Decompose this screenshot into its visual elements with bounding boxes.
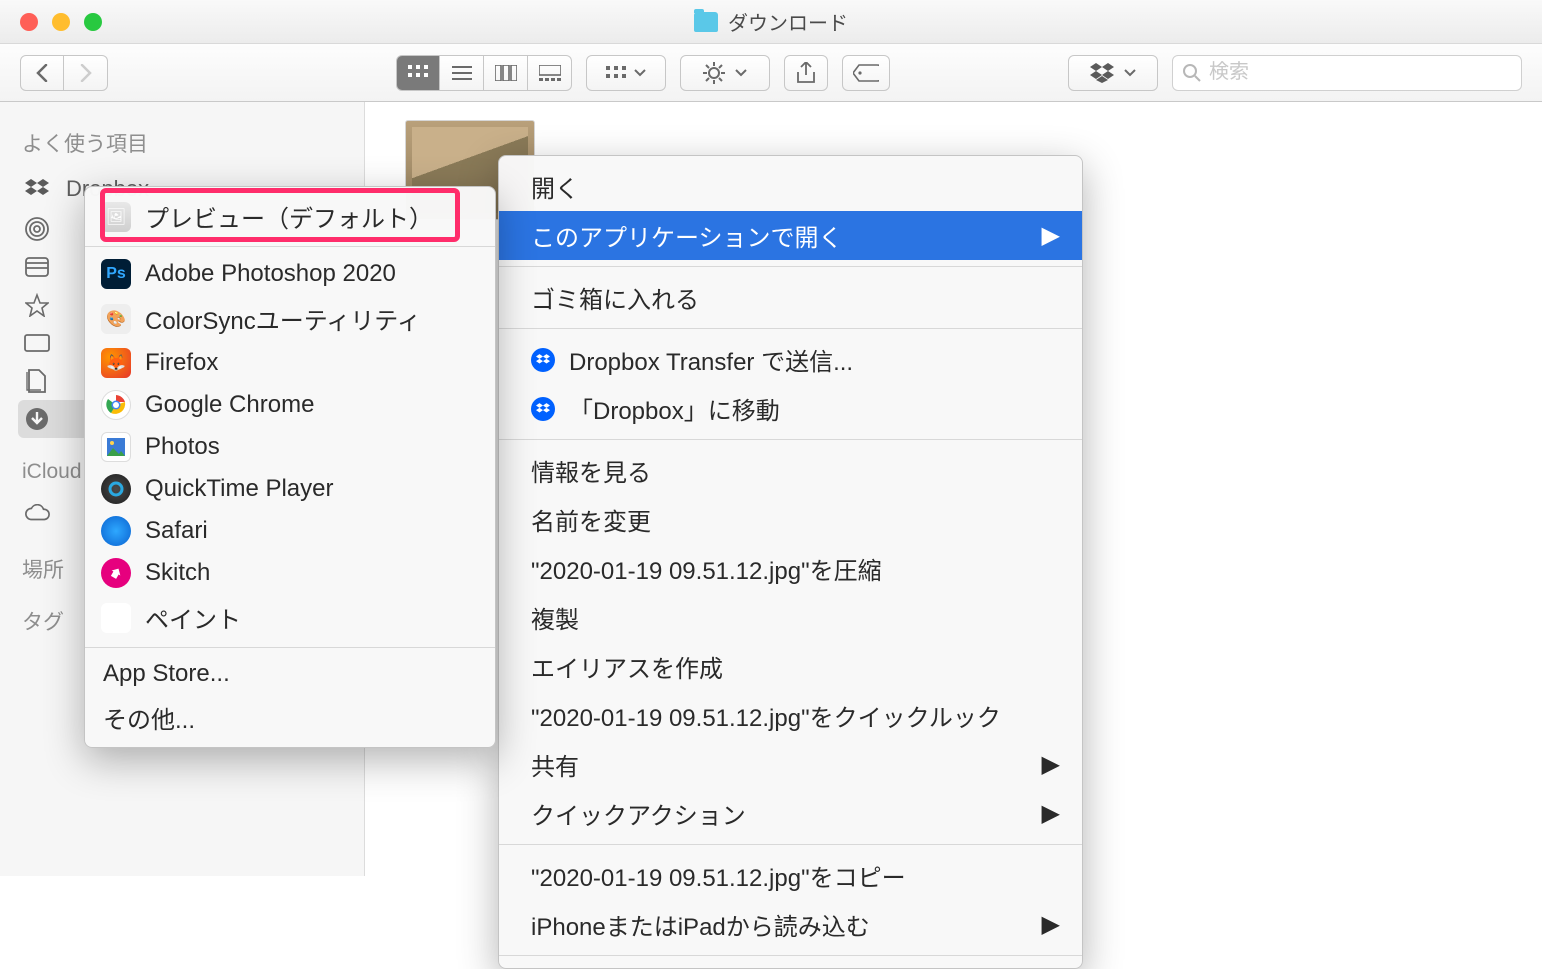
downloads-icon — [24, 408, 50, 430]
colorsync-icon: 🎨 — [101, 304, 131, 334]
chevron-down-icon — [735, 69, 747, 77]
ctx-open-with[interactable]: このアプリケーションで開く ▶ — [499, 211, 1082, 260]
separator — [85, 246, 495, 247]
app-photoshop[interactable]: Ps Adobe Photoshop 2020 — [85, 253, 495, 295]
toolbar — [0, 44, 1542, 102]
ctx-compress[interactable]: "2020-01-19 09.51.12.jpg"を圧縮 — [499, 544, 1082, 593]
ctx-open[interactable]: 開く — [499, 162, 1082, 211]
separator — [499, 328, 1082, 329]
ctx-import[interactable]: iPhoneまたはiPadから読み込む▶ — [499, 900, 1082, 949]
context-menu: 開く このアプリケーションで開く ▶ ゴミ箱に入れる Dropbox Trans… — [498, 155, 1083, 969]
app-safari[interactable]: Safari — [85, 510, 495, 552]
folder-icon — [694, 12, 718, 32]
documents-icon — [24, 370, 50, 392]
chevron-down-icon — [1124, 69, 1136, 77]
back-button[interactable] — [20, 55, 64, 91]
dropbox-icon — [531, 397, 555, 421]
app-appstore[interactable]: App Store... — [85, 654, 495, 694]
app-quicktime[interactable]: QuickTime Player — [85, 468, 495, 510]
open-with-submenu: 🖼 プレビュー（デフォルト） Ps Adobe Photoshop 2020 🎨… — [84, 186, 496, 748]
titlebar: ダウンロード — [0, 0, 1542, 44]
ctx-share[interactable]: 共有▶ — [499, 740, 1082, 789]
ctx-dropbox-transfer[interactable]: Dropbox Transfer で送信... — [499, 335, 1082, 384]
share-icon — [797, 62, 815, 84]
forward-button[interactable] — [64, 55, 108, 91]
ctx-duplicate[interactable]: 複製 — [499, 593, 1082, 642]
photoshop-icon: Ps — [101, 259, 131, 289]
separator — [85, 647, 495, 648]
search-field[interactable] — [1172, 55, 1522, 91]
sidebar-favorites-header: よく使う項目 — [22, 128, 364, 158]
app-colorsync[interactable]: 🎨 ColorSyncユーティリティ — [85, 295, 495, 342]
chevron-down-icon — [634, 69, 646, 77]
quicktime-icon — [101, 474, 131, 504]
preview-icon: 🖼 — [101, 202, 131, 232]
dropbox-icon — [1090, 63, 1114, 83]
dropbox-toolbar-button[interactable] — [1068, 55, 1158, 91]
separator — [499, 955, 1082, 956]
skitch-icon — [101, 558, 131, 588]
airdrop-icon — [24, 218, 50, 240]
gallery-view-button[interactable] — [528, 55, 572, 91]
submenu-arrow-icon: ▶ — [1042, 799, 1060, 828]
app-preview[interactable]: 🖼 プレビュー（デフォルト） — [85, 193, 495, 240]
photos-icon — [101, 432, 131, 462]
app-paint[interactable]: 🖌 ペイント — [85, 594, 495, 641]
window-title-text: ダウンロード — [728, 7, 848, 36]
icon-view-button[interactable] — [396, 55, 440, 91]
tags-button[interactable] — [842, 55, 890, 91]
dropbox-icon — [24, 178, 50, 200]
chrome-icon — [101, 390, 131, 420]
ctx-quicklook[interactable]: "2020-01-19 09.51.12.jpg"をクイックルック — [499, 691, 1082, 740]
app-firefox[interactable]: 🦊 Firefox — [85, 342, 495, 384]
search-icon — [1183, 64, 1201, 82]
action-button[interactable] — [680, 55, 770, 91]
arrange-button[interactable] — [586, 55, 666, 91]
gear-icon — [703, 62, 725, 84]
share-button[interactable] — [784, 55, 828, 91]
ctx-quick-action[interactable]: クイックアクション▶ — [499, 789, 1082, 838]
cloud-icon — [24, 502, 50, 524]
window-title: ダウンロード — [694, 7, 848, 36]
separator — [499, 439, 1082, 440]
app-chrome[interactable]: Google Chrome — [85, 384, 495, 426]
zoom-button[interactable] — [84, 13, 102, 31]
app-skitch[interactable]: Skitch — [85, 552, 495, 594]
nav-buttons — [20, 55, 108, 91]
traffic-lights — [0, 13, 102, 31]
app-photos[interactable]: Photos — [85, 426, 495, 468]
close-button[interactable] — [20, 13, 38, 31]
separator — [499, 266, 1082, 267]
minimize-button[interactable] — [52, 13, 70, 31]
desktop-icon — [24, 332, 50, 354]
separator — [499, 844, 1082, 845]
applications-icon — [24, 294, 50, 316]
ctx-trash[interactable]: ゴミ箱に入れる — [499, 273, 1082, 322]
ctx-dropbox-move[interactable]: 「Dropbox」に移動 — [499, 384, 1082, 433]
column-view-button[interactable] — [484, 55, 528, 91]
search-input[interactable] — [1209, 61, 1511, 84]
firefox-icon: 🦊 — [101, 348, 131, 378]
tag-icon — [853, 64, 879, 82]
app-other[interactable]: その他... — [85, 694, 495, 741]
ctx-get-info[interactable]: 情報を見る — [499, 446, 1082, 495]
view-buttons — [396, 55, 572, 91]
dropbox-icon — [531, 348, 555, 372]
paint-icon: 🖌 — [101, 603, 131, 633]
recents-icon — [24, 256, 50, 278]
submenu-arrow-icon: ▶ — [1042, 910, 1060, 939]
submenu-arrow-icon: ▶ — [1042, 221, 1060, 250]
list-view-button[interactable] — [440, 55, 484, 91]
safari-icon — [101, 516, 131, 546]
submenu-arrow-icon: ▶ — [1042, 750, 1060, 779]
ctx-rename[interactable]: 名前を変更 — [499, 495, 1082, 544]
ctx-make-alias[interactable]: エイリアスを作成 — [499, 642, 1082, 691]
